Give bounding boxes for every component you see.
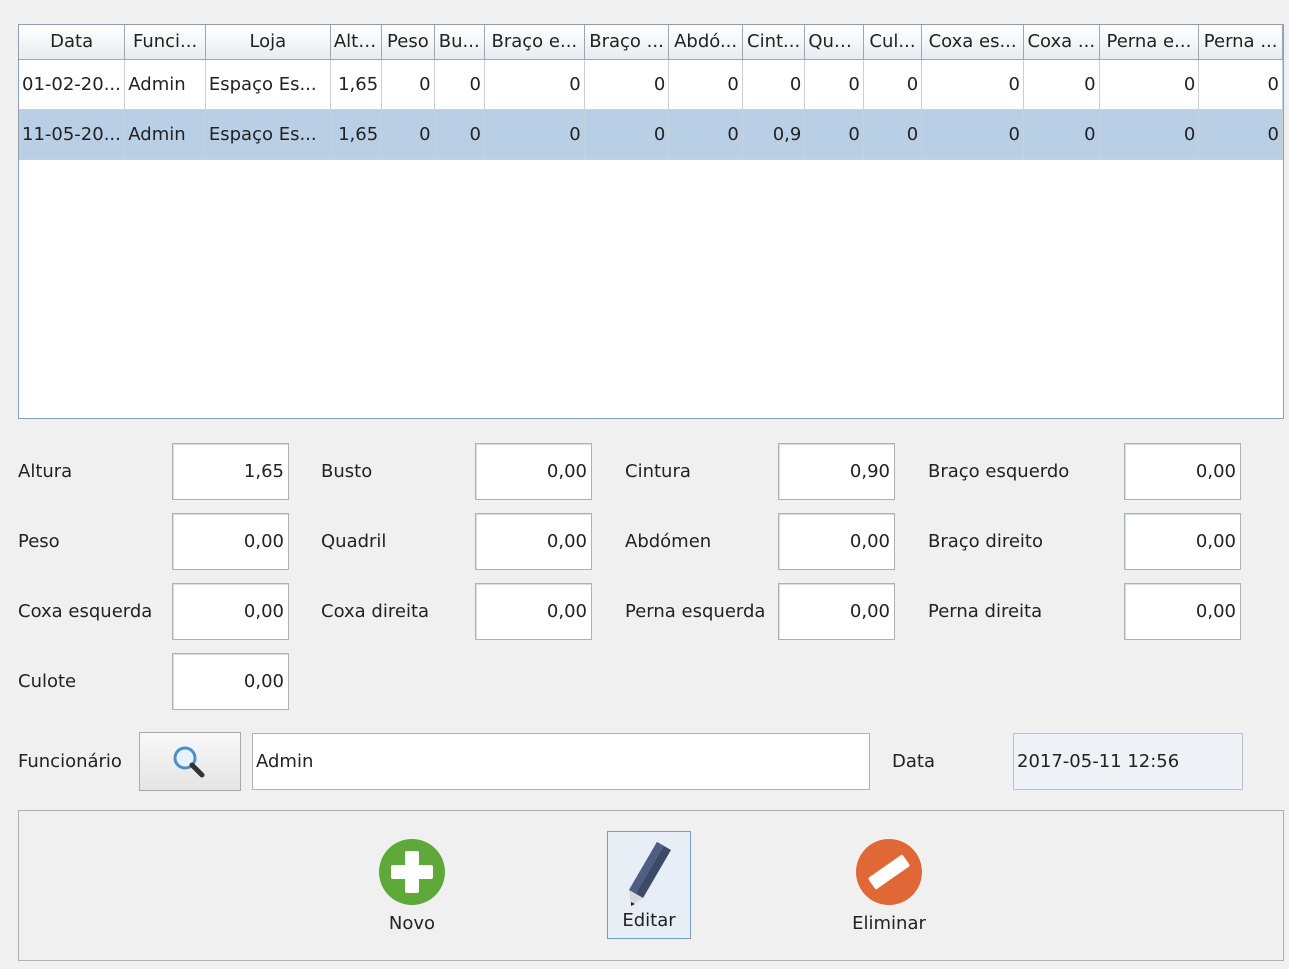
perna-direita-field[interactable]: 0,00 <box>1124 583 1241 640</box>
table-header-row: Data Funci... Loja Altu... Peso Bu... Br… <box>19 25 1283 60</box>
table-cell: 0 <box>921 109 1024 160</box>
column-header-coxa-esquerda[interactable]: Coxa es... <box>921 25 1024 60</box>
culote-label: Culote <box>18 671 77 692</box>
data-field: 2017-05-11 12:56 <box>1013 733 1243 790</box>
table-cell: 0 <box>863 109 923 160</box>
table-cell: 0 <box>668 109 743 160</box>
eliminar-button[interactable]: Eliminar <box>844 837 934 934</box>
table-cell: 0 <box>804 109 864 160</box>
funcionario-field[interactable]: Admin <box>252 733 870 790</box>
table-cell: Admin <box>124 59 206 110</box>
data-label: Data <box>892 751 935 772</box>
pencil-icon <box>629 842 671 906</box>
column-header-altura[interactable]: Altu... <box>330 25 383 60</box>
braco-direito-field[interactable]: 0,00 <box>1124 513 1241 570</box>
column-header-perna-esquerda[interactable]: Perna e... <box>1099 25 1200 60</box>
table-cell: 01-02-20... <box>19 59 126 110</box>
table-cell: 1,65 <box>330 109 383 160</box>
table-cell: 0 <box>484 109 585 160</box>
braco-direito-label: Braço direito <box>928 531 1043 552</box>
table-cell: 11-05-20... <box>19 109 126 160</box>
table-cell: Admin <box>124 109 206 160</box>
table-cell: 0 <box>742 59 806 110</box>
column-header-quadril[interactable]: Qua... <box>804 25 864 60</box>
table-cell: 0 <box>668 59 743 110</box>
peso-label: Peso <box>18 531 60 552</box>
eliminar-label: Eliminar <box>852 913 926 934</box>
quadril-field[interactable]: 0,00 <box>475 513 592 570</box>
editar-button[interactable]: Editar <box>607 831 691 939</box>
search-icon <box>173 746 205 777</box>
altura-field[interactable]: 1,65 <box>172 443 289 500</box>
coxa-esquerda-label: Coxa esquerda <box>18 601 153 622</box>
column-header-culote[interactable]: Cul... <box>863 25 923 60</box>
culote-field[interactable]: 0,00 <box>172 653 289 710</box>
perna-esquerda-label: Perna esquerda <box>625 601 766 622</box>
novo-button[interactable]: Novo <box>367 837 457 934</box>
perna-esquerda-field[interactable]: 0,00 <box>778 583 895 640</box>
table-row[interactable]: 01-02-20... Admin Espaço Es... 1,65 0 0 … <box>19 59 1283 110</box>
table-cell: 0 <box>434 59 485 110</box>
table-cell: 0 <box>584 109 670 160</box>
table-cell: 0 <box>1099 59 1200 110</box>
peso-field[interactable]: 0,00 <box>172 513 289 570</box>
column-header-peso[interactable]: Peso <box>381 25 435 60</box>
funcionario-label: Funcionário <box>18 751 122 772</box>
table-cell: 0 <box>484 59 585 110</box>
busto-field[interactable]: 0,00 <box>475 443 592 500</box>
coxa-direita-field[interactable]: 0,00 <box>475 583 592 640</box>
editar-label: Editar <box>622 910 676 931</box>
table-cell: 0,9 <box>742 109 806 160</box>
coxa-esquerda-field[interactable]: 0,00 <box>172 583 289 640</box>
column-header-busto[interactable]: Bu... <box>434 25 485 60</box>
table-cell: 0 <box>921 59 1024 110</box>
plus-icon <box>379 839 445 905</box>
coxa-direita-label: Coxa direita <box>321 601 430 622</box>
braco-esquerdo-label: Braço esquerdo <box>928 461 1070 482</box>
table-cell: 0 <box>804 59 864 110</box>
column-header-braco-direito[interactable]: Braço ... <box>584 25 670 60</box>
cintura-field[interactable]: 0,90 <box>778 443 895 500</box>
table-cell: 0 <box>863 59 923 110</box>
altura-label: Altura <box>18 461 73 482</box>
table-cell: 0 <box>584 59 670 110</box>
novo-label: Novo <box>388 913 436 934</box>
abdomen-field[interactable]: 0,00 <box>778 513 895 570</box>
column-header-abdomen[interactable]: Abdó... <box>668 25 743 60</box>
table-cell: 0 <box>1023 59 1100 110</box>
table-cell: 0 <box>1099 109 1200 160</box>
column-header-perna-direita[interactable]: Perna ... <box>1198 25 1283 60</box>
perna-direita-label: Perna direita <box>928 601 1043 622</box>
quadril-label: Quadril <box>321 531 387 552</box>
search-funcionario-button[interactable] <box>139 732 241 791</box>
measurements-grid: Data Funci... Loja Altu... Peso Bu... Br… <box>19 25 1283 160</box>
braco-esquerdo-field[interactable]: 0,00 <box>1124 443 1241 500</box>
table-cell: Espaço Es... <box>205 109 331 160</box>
table-cell: Espaço Es... <box>205 59 331 110</box>
table-cell: 0 <box>381 109 435 160</box>
table-cell: 0 <box>1023 109 1100 160</box>
table-cell: 0 <box>1198 59 1283 110</box>
measurements-table[interactable]: Data Funci... Loja Altu... Peso Bu... Br… <box>18 24 1284 419</box>
minus-icon <box>856 839 922 905</box>
column-header-cintura[interactable]: Cint... <box>742 25 806 60</box>
abdomen-label: Abdómen <box>625 531 712 552</box>
column-header-funcionario[interactable]: Funci... <box>124 25 206 60</box>
column-header-coxa-direita[interactable]: Coxa ... <box>1023 25 1100 60</box>
table-cell: 0 <box>434 109 485 160</box>
column-header-data[interactable]: Data <box>19 25 126 60</box>
table-cell: 0 <box>381 59 435 110</box>
column-header-loja[interactable]: Loja <box>205 25 331 60</box>
table-row-selected[interactable]: 11-05-20... Admin Espaço Es... 1,65 0 0 … <box>19 109 1283 160</box>
busto-label: Busto <box>321 461 373 482</box>
column-header-braco-esquerdo[interactable]: Braço e... <box>484 25 585 60</box>
cintura-label: Cintura <box>625 461 691 482</box>
action-panel: Novo Editar Eliminar <box>18 810 1284 961</box>
table-cell: 0 <box>1198 109 1283 160</box>
table-cell: 1,65 <box>330 59 383 110</box>
